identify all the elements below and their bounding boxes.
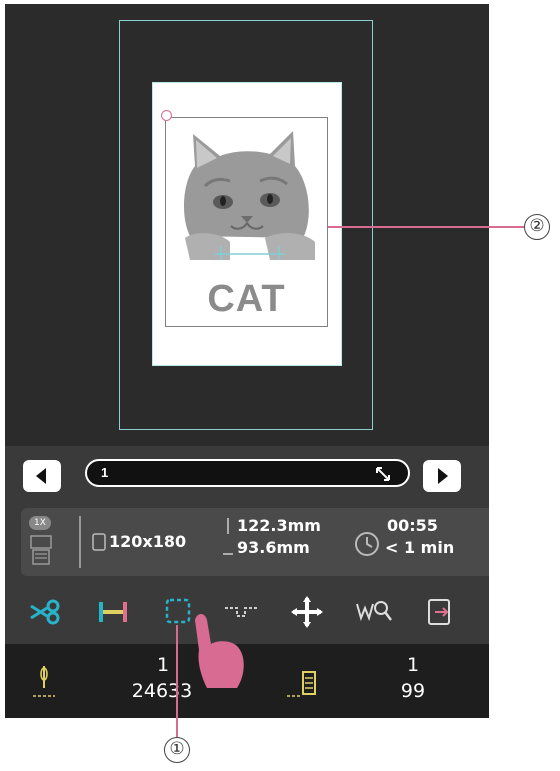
divider bbox=[79, 516, 81, 568]
color-bar-icon[interactable] bbox=[91, 590, 135, 634]
thread-index: 1 bbox=[406, 654, 420, 676]
arrow-right-icon bbox=[438, 468, 448, 484]
zoom-badge: 1X bbox=[29, 516, 51, 530]
exit-icon[interactable] bbox=[417, 590, 461, 634]
info-row: 1X 120x180 122.3mm 93.6mm 00:55 < 1 min bbox=[21, 508, 489, 576]
frame-size-icon bbox=[92, 533, 106, 551]
pattern-icon bbox=[30, 535, 52, 565]
callout-2: ② bbox=[524, 214, 550, 240]
time-text: 00:55 bbox=[387, 516, 438, 535]
next-button[interactable] bbox=[423, 460, 461, 492]
frame-size-text: 120x180 bbox=[109, 532, 187, 551]
callout-line-1 bbox=[176, 625, 178, 737]
slider-value: 1 bbox=[101, 465, 109, 480]
time-remaining-text: < 1 min bbox=[385, 538, 455, 557]
selection-box[interactable] bbox=[165, 117, 328, 327]
selection-handle[interactable] bbox=[161, 110, 172, 121]
embroidery-screen: CAT 1 1X 120x180 122.3mm 93.6mm 00:55 < … bbox=[5, 4, 489, 718]
thread-total: 99 bbox=[400, 680, 426, 702]
dimension-arrows-icon bbox=[223, 518, 233, 555]
callout-1: ① bbox=[164, 737, 190, 763]
hand-pointer-icon bbox=[195, 614, 244, 688]
needle-icon bbox=[33, 666, 55, 697]
callout-line-2 bbox=[328, 226, 524, 228]
scissors-icon[interactable] bbox=[23, 590, 67, 634]
design-slider[interactable]: 1 bbox=[85, 459, 410, 487]
arrow-left-icon bbox=[36, 468, 46, 484]
width-text: 93.6mm bbox=[237, 538, 310, 557]
thread-spool-icon bbox=[287, 671, 316, 697]
height-text: 122.3mm bbox=[237, 516, 321, 535]
move-icon[interactable] bbox=[285, 590, 329, 634]
search-color-icon[interactable] bbox=[351, 590, 395, 634]
previous-button[interactable] bbox=[23, 460, 61, 492]
resize-icon bbox=[376, 467, 390, 481]
clock-icon bbox=[355, 532, 379, 556]
navigation-row: 1 bbox=[5, 456, 489, 496]
